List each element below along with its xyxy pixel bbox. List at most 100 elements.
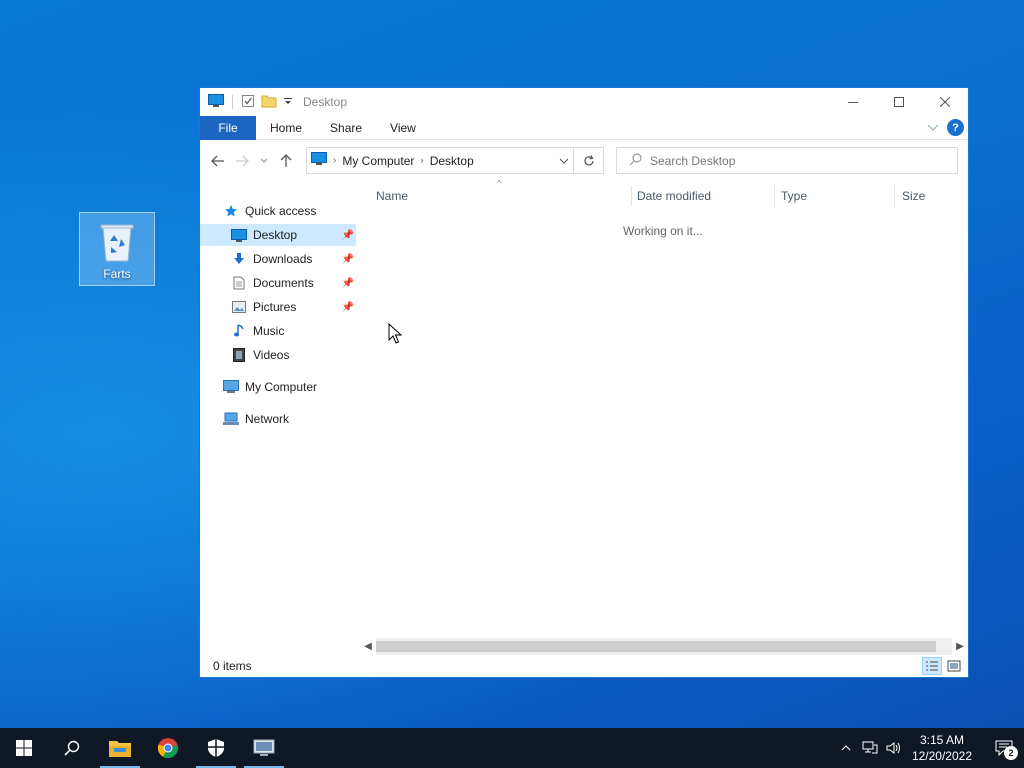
file-explorer-icon bbox=[109, 741, 131, 757]
pin-icon: 📌 bbox=[341, 253, 354, 265]
search-box[interactable]: Search Desktop bbox=[616, 147, 958, 174]
sidebar-item-my-computer[interactable]: My Computer bbox=[222, 376, 360, 398]
clock[interactable]: 3:15 AM 12/20/2022 bbox=[912, 732, 972, 764]
help-icon[interactable]: ? bbox=[947, 119, 964, 136]
chrome-icon bbox=[157, 738, 178, 759]
desktop-icon bbox=[230, 227, 248, 243]
tab-view[interactable]: View bbox=[376, 116, 430, 140]
computer-icon bbox=[222, 379, 240, 395]
back-arrow-icon bbox=[211, 155, 224, 167]
close-button[interactable] bbox=[922, 88, 968, 116]
properties-check-icon[interactable] bbox=[241, 94, 255, 111]
up-button[interactable] bbox=[274, 149, 298, 173]
sidebar-item-label: Downloads bbox=[253, 252, 313, 266]
sidebar-item-downloads[interactable]: Downloads 📌 bbox=[200, 248, 356, 270]
tab-share[interactable]: Share bbox=[316, 116, 376, 140]
minimize-button[interactable] bbox=[830, 88, 876, 116]
taskbar-file-explorer[interactable] bbox=[96, 728, 144, 768]
sidebar-item-label: Network bbox=[245, 412, 290, 426]
title-bar[interactable]: Desktop bbox=[200, 88, 968, 116]
column-divider[interactable] bbox=[631, 186, 632, 206]
speaker-icon bbox=[886, 742, 900, 754]
sidebar-item-label: Quick access bbox=[245, 204, 317, 218]
taskbar-security[interactable] bbox=[192, 728, 240, 768]
item-count: 0 items bbox=[213, 659, 252, 673]
file-explorer-window: Desktop File Home Share View ? › My Comp… bbox=[199, 87, 969, 678]
search-placeholder[interactable]: Search Desktop bbox=[650, 154, 735, 168]
scroll-thumb[interactable] bbox=[376, 641, 936, 652]
recycle-bin-icon bbox=[100, 224, 134, 262]
refresh-button[interactable] bbox=[573, 148, 603, 173]
new-folder-icon[interactable] bbox=[261, 94, 277, 111]
sidebar-item-pictures[interactable]: Pictures 📌 bbox=[200, 296, 356, 318]
column-divider[interactable] bbox=[894, 186, 895, 206]
clock-date: 12/20/2022 bbox=[911, 749, 972, 763]
sidebar-item-label: Documents bbox=[253, 276, 314, 290]
recent-locations-button[interactable] bbox=[254, 149, 274, 173]
network-tray-button[interactable] bbox=[858, 728, 882, 768]
details-view-button[interactable] bbox=[922, 657, 942, 675]
expand-ribbon-chevron-icon[interactable] bbox=[927, 121, 939, 135]
sidebar-item-music[interactable]: Music bbox=[200, 320, 356, 342]
horizontal-scrollbar[interactable]: ◀ ▶ bbox=[360, 638, 968, 655]
sidebar-item-label: Music bbox=[253, 324, 285, 338]
notification-count-badge: 2 bbox=[1004, 746, 1018, 760]
sidebar-item-documents[interactable]: Documents 📌 bbox=[200, 272, 356, 294]
scroll-right-button[interactable]: ▶ bbox=[952, 638, 968, 655]
back-button[interactable] bbox=[206, 149, 230, 173]
sidebar-item-videos[interactable]: Videos bbox=[200, 344, 356, 366]
breadcrumb-chevron-icon[interactable]: › bbox=[333, 155, 336, 166]
forward-button[interactable] bbox=[230, 149, 254, 173]
taskbar: 3:15 AM 12/20/2022 2 bbox=[0, 728, 1024, 768]
maximize-button[interactable] bbox=[876, 88, 922, 116]
column-divider[interactable] bbox=[774, 186, 775, 206]
picture-icon bbox=[230, 299, 248, 315]
navigation-bar: › My Computer › Desktop Search Desktop bbox=[200, 140, 968, 182]
quick-access-toolbar bbox=[200, 93, 293, 111]
column-header-name[interactable]: Name bbox=[376, 182, 408, 210]
breadcrumb-desktop[interactable]: Desktop bbox=[430, 154, 474, 168]
scroll-left-button[interactable]: ◀ bbox=[360, 638, 376, 655]
sidebar-item-desktop[interactable]: Desktop 📌 bbox=[200, 224, 356, 246]
music-note-icon bbox=[230, 323, 248, 339]
network-icon bbox=[222, 411, 240, 427]
tab-file[interactable]: File bbox=[200, 115, 256, 140]
large-icons-view-button[interactable] bbox=[944, 657, 964, 675]
address-dropdown-button[interactable] bbox=[559, 148, 569, 173]
taskbar-remote-desktop[interactable] bbox=[240, 728, 288, 768]
address-bar[interactable]: › My Computer › Desktop bbox=[306, 147, 604, 174]
customize-toolbar-dropdown-icon[interactable] bbox=[283, 95, 293, 109]
large-icons-view-icon bbox=[947, 660, 961, 672]
tab-home[interactable]: Home bbox=[256, 116, 316, 140]
refresh-icon bbox=[583, 154, 594, 165]
pin-icon: 📌 bbox=[341, 301, 354, 313]
show-hidden-icons-button[interactable] bbox=[834, 728, 858, 768]
sort-caret-icon: ^ bbox=[497, 178, 502, 188]
breadcrumb-my-computer[interactable]: My Computer bbox=[342, 154, 414, 168]
sidebar-item-label: Videos bbox=[253, 348, 290, 362]
taskbar-search-button[interactable] bbox=[48, 728, 96, 768]
ribbon-tabs: File Home Share View ? bbox=[200, 115, 968, 140]
film-icon bbox=[230, 347, 248, 363]
desktop-icon-label: Farts bbox=[103, 267, 131, 281]
breadcrumb-chevron-icon[interactable]: › bbox=[420, 155, 423, 166]
scroll-track[interactable] bbox=[376, 638, 952, 655]
action-center-button[interactable]: 2 bbox=[984, 728, 1024, 768]
star-icon bbox=[222, 203, 240, 219]
taskbar-chrome[interactable] bbox=[144, 728, 192, 768]
maximize-icon bbox=[894, 97, 904, 107]
details-view-icon bbox=[926, 661, 938, 671]
document-icon bbox=[230, 275, 248, 291]
column-header-size[interactable]: Size bbox=[902, 182, 925, 210]
network-icon bbox=[862, 741, 878, 754]
search-icon bbox=[64, 740, 80, 756]
volume-tray-button[interactable] bbox=[882, 728, 906, 768]
sidebar-item-label: Pictures bbox=[253, 300, 297, 314]
column-header-date-modified[interactable]: Date modified bbox=[637, 182, 711, 210]
file-list-pane[interactable]: ^ Name Date modified Type Size Working o… bbox=[360, 178, 968, 654]
recycle-bin-desktop-icon[interactable]: Farts bbox=[79, 212, 155, 286]
column-header-type[interactable]: Type bbox=[781, 182, 807, 210]
sidebar-item-quick-access[interactable]: Quick access bbox=[222, 200, 360, 222]
sidebar-item-network[interactable]: Network bbox=[222, 408, 360, 430]
start-button[interactable] bbox=[0, 728, 48, 768]
